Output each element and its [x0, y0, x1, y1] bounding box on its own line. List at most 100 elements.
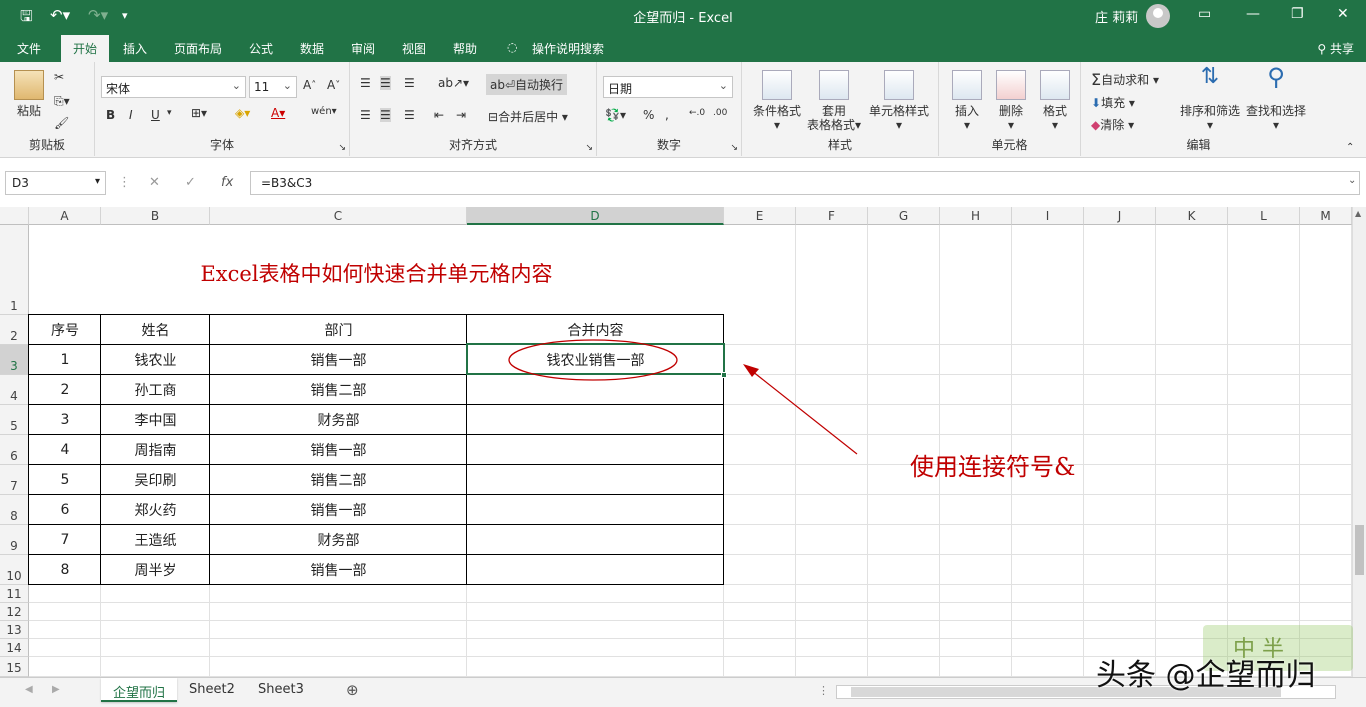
worksheet-grid[interactable]: A B C D E F G H I J K L M 1 2 3 4 5 6 7 8 9 10 11 1… — [0, 207, 1352, 677]
orientation-icon[interactable]: ab↗▾ — [438, 76, 469, 90]
comma-button[interactable]: , — [665, 108, 669, 122]
dialog-launcher-icon[interactable]: ↘ — [338, 143, 346, 153]
formula-input[interactable]: =B3&C3 — [250, 171, 1360, 195]
cell-styles-button[interactable]: 单元格样式 ▾ — [866, 70, 932, 132]
decrease-font-icon[interactable]: A ˅ — [327, 78, 340, 92]
font-name-select[interactable]: 宋体 ⌄ — [101, 76, 246, 98]
next-sheet-icon[interactable]: ▶ — [52, 684, 60, 695]
chevron-down-icon[interactable]: ▾ — [167, 108, 172, 118]
align-left-icon[interactable]: ☰ — [360, 108, 371, 122]
clear-button[interactable]: ◆ 清除 ▾ — [1091, 116, 1134, 133]
styles-group: 条件格式 ▾ 套用 表格格式▾ 单元格样式 ▾ 样式 — [742, 62, 939, 156]
delete-icon — [996, 70, 1026, 100]
format-painter-icon[interactable]: 🖌 — [54, 116, 69, 130]
italic-button[interactable]: I — [129, 108, 133, 122]
sheet-tab[interactable]: 企望而归 — [101, 678, 178, 702]
annotation-arrow-line — [751, 370, 858, 455]
decrease-decimal-icon[interactable]: .00 — [713, 108, 727, 118]
close-icon[interactable]: ✕ — [1337, 6, 1349, 22]
name-box[interactable]: D3 ▾ — [5, 171, 106, 195]
number-format-select[interactable]: 日期 ⌄ — [603, 76, 733, 98]
cells-label: 单元格 — [991, 138, 1028, 152]
sort-filter-icon: ⇅ — [1200, 64, 1220, 89]
sheet-tab[interactable]: Sheet2 — [177, 678, 247, 702]
avatar[interactable] — [1146, 4, 1170, 28]
more-options-icon: ⋮ — [818, 684, 829, 697]
underline-button[interactable]: U — [151, 108, 160, 122]
align-center-icon[interactable]: ☰ — [380, 108, 391, 122]
search-icon: ⚲ — [1267, 63, 1285, 91]
format-cells-button[interactable]: 格式 ▾ — [1035, 70, 1075, 132]
expand-formula-icon[interactable]: ⌄ — [1348, 175, 1356, 186]
tab-help[interactable]: 帮助 — [453, 40, 477, 57]
fill-color-icon[interactable]: ◈▾ — [235, 106, 250, 120]
merge-center-button[interactable]: ⊟ 合并后居中 ▾ — [488, 108, 568, 125]
formula-bar: D3 ▾ ⋮ ✕ ✓ fx =B3&C3 ⌄ — [0, 168, 1366, 198]
highlight-ellipse — [508, 339, 678, 381]
share-button[interactable]: ⚲ 共享 — [1317, 40, 1354, 57]
prev-sheet-icon[interactable]: ◀ — [25, 684, 33, 695]
delete-cells-button[interactable]: 删除 ▾ — [991, 70, 1031, 132]
font-size-select[interactable]: 11 ⌄ — [249, 76, 297, 98]
accounting-icon[interactable]: 💱▾ — [605, 108, 626, 122]
tell-me-search[interactable]: 操作说明搜索 — [532, 40, 604, 57]
restore-icon[interactable]: ❐ — [1291, 6, 1304, 22]
alignment-group: ☰ ☰ ☰ ab↗▾ ab⏎ 自动换行 ☰ ☰ ☰ ⇤ ⇥ ⊟ 合并后居中 ▾ … — [350, 62, 597, 156]
font-color-icon[interactable]: A▾ — [271, 106, 285, 120]
dialog-launcher-icon[interactable]: ↘ — [730, 143, 738, 153]
increase-decimal-icon[interactable]: ←.0 — [689, 108, 705, 118]
percent-button[interactable]: % — [643, 108, 654, 122]
phonetic-icon[interactable]: wén▾ — [311, 106, 337, 117]
cancel-icon[interactable]: ✕ — [149, 175, 160, 190]
minimize-icon[interactable]: — — [1246, 6, 1260, 22]
format-as-table-button[interactable]: 套用 表格格式▾ — [804, 70, 864, 132]
borders-icon[interactable]: ⊞▾ — [191, 106, 207, 120]
chevron-down-icon: ⌄ — [231, 79, 241, 92]
enter-icon[interactable]: ✓ — [185, 175, 196, 190]
bold-button[interactable]: B — [106, 108, 115, 122]
vertical-scrollbar[interactable]: ▲ — [1352, 207, 1366, 677]
increase-indent-icon[interactable]: ⇥ — [456, 108, 466, 122]
clipboard-label: 剪贴板 — [28, 138, 65, 152]
cell-styles-icon — [884, 70, 914, 100]
chevron-down-icon: ▾ — [94, 176, 100, 187]
dialog-launcher-icon[interactable]: ↘ — [585, 143, 593, 153]
tab-formulas[interactable]: 公式 — [249, 40, 273, 57]
cut-icon[interactable]: ✂ — [54, 70, 64, 84]
align-top-icon[interactable]: ☰ — [360, 76, 371, 90]
wrap-text-button[interactable]: ab⏎ 自动换行 — [486, 74, 568, 95]
insert-function-button[interactable]: fx — [221, 175, 233, 190]
align-middle-icon[interactable]: ☰ — [380, 76, 391, 90]
decrease-indent-icon[interactable]: ⇤ — [434, 108, 444, 122]
align-bottom-icon[interactable]: ☰ — [404, 76, 415, 90]
tab-data[interactable]: 数据 — [300, 40, 324, 57]
scroll-up-icon[interactable]: ▲ — [1355, 209, 1361, 218]
paste-button[interactable]: 粘贴 — [10, 70, 48, 118]
insert-cells-button[interactable]: 插入 ▾ — [947, 70, 987, 132]
user-name[interactable]: 庄 莉莉 — [1095, 7, 1138, 26]
autosum-button[interactable]: Σ 自动求和 ▾ — [1091, 70, 1159, 89]
copy-icon[interactable]: ⎘▾ — [54, 94, 70, 109]
align-right-icon[interactable]: ☰ — [404, 108, 415, 122]
conditional-format-button[interactable]: 条件格式 ▾ — [750, 70, 804, 132]
scroll-thumb[interactable] — [1355, 525, 1364, 575]
tab-view[interactable]: 视图 — [402, 40, 426, 57]
find-select-button[interactable]: ⚲ 查找和选择 ▾ — [1243, 63, 1309, 132]
tab-file[interactable]: 文件 — [17, 40, 41, 57]
fill-button[interactable]: ⬇ 填充 ▾ — [1091, 94, 1135, 111]
annotation-overlay — [508, 339, 858, 455]
tab-insert[interactable]: 插入 — [123, 40, 147, 57]
ribbon: 粘贴 ✂ ⎘▾ 🖌 剪贴板 宋体 ⌄ 11 ⌄ A ˄ A ˅ B I U ▾ ⊞▾ ◈… — [0, 62, 1366, 158]
add-sheet-icon[interactable]: ⊕ — [346, 681, 359, 699]
ribbon-display-icon[interactable]: ▭ — [1198, 6, 1211, 22]
tab-home[interactable]: 开始 — [61, 35, 110, 62]
increase-font-icon[interactable]: A ˄ — [303, 78, 316, 92]
number-group: 日期 ⌄ 💱▾ % , ←.0 .00 数字 ↘ — [597, 62, 742, 156]
sort-filter-button[interactable]: ⇅ 排序和筛选 ▾ — [1179, 64, 1241, 133]
lightbulb-icon: ◌ — [507, 40, 518, 54]
sigma-icon: Σ — [1091, 70, 1102, 89]
tab-review[interactable]: 审阅 — [351, 40, 375, 57]
tab-page-layout[interactable]: 页面布局 — [174, 40, 222, 57]
sheet-tab[interactable]: Sheet3 — [246, 678, 316, 702]
collapse-ribbon-icon[interactable]: ⌃ — [1346, 142, 1354, 153]
